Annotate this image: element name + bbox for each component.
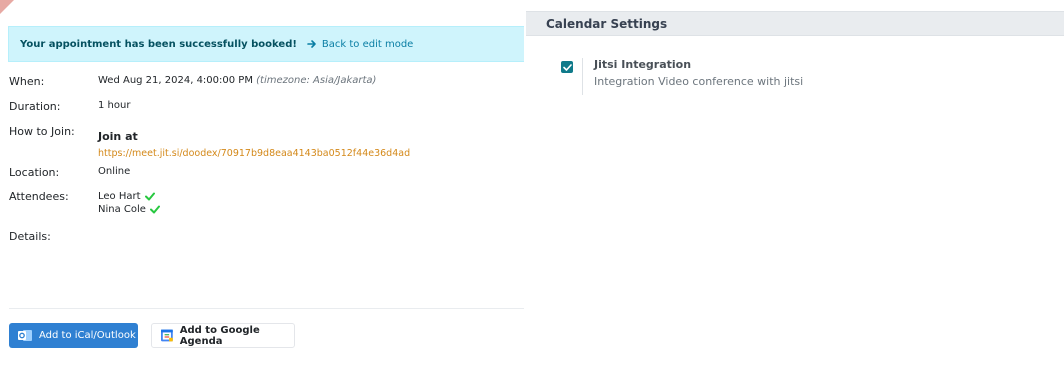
success-alert: Your appointment has been successfully b… bbox=[8, 26, 524, 62]
attendee-name: Nina Cole bbox=[98, 204, 146, 215]
attendee-item: Leo Hart bbox=[98, 190, 160, 203]
google-calendar-icon bbox=[161, 329, 173, 342]
location-row: Location: Online bbox=[9, 166, 130, 179]
when-row: When: Wed Aug 21, 2024, 4:00:00 PM (time… bbox=[9, 75, 376, 88]
calendar-settings-header: Calendar Settings bbox=[526, 11, 1064, 36]
when-label: When: bbox=[9, 75, 45, 88]
jitsi-checkbox[interactable] bbox=[561, 61, 573, 73]
outlook-icon bbox=[18, 330, 32, 341]
setting-divider bbox=[582, 58, 583, 95]
duration-value: 1 hour bbox=[98, 100, 131, 111]
join-content: Join at https://meet.jit.si/doodex/70917… bbox=[98, 125, 410, 159]
attendees-label: Attendees: bbox=[9, 190, 69, 203]
checkmark-icon bbox=[562, 63, 572, 71]
divider bbox=[9, 308, 524, 309]
jitsi-integration-setting: Jitsi Integration Integration Video conf… bbox=[561, 58, 803, 95]
check-icon bbox=[149, 205, 160, 214]
location-value: Online bbox=[98, 166, 131, 177]
join-row: How to Join: Join at https://meet.jit.si… bbox=[9, 125, 410, 159]
check-icon bbox=[144, 192, 155, 201]
attendee-name: Leo Hart bbox=[98, 191, 141, 202]
setting-title: Jitsi Integration bbox=[594, 58, 692, 71]
setting-description: Integration Video conference with jitsi bbox=[594, 75, 804, 88]
setting-text: Jitsi Integration Integration Video conf… bbox=[594, 58, 803, 95]
join-label: How to Join: bbox=[9, 125, 75, 138]
add-to-ical-button[interactable]: Add to iCal/Outlook bbox=[9, 323, 138, 348]
settings-title: Calendar Settings bbox=[546, 16, 668, 31]
back-to-edit-link[interactable]: Back to edit mode bbox=[307, 39, 413, 50]
ical-button-label: Add to iCal/Outlook bbox=[39, 330, 136, 341]
location-label: Location: bbox=[9, 166, 60, 179]
join-url-link[interactable]: https://meet.jit.si/doodex/70917b9d8eaa4… bbox=[98, 148, 410, 159]
back-link-label: Back to edit mode bbox=[321, 38, 414, 50]
when-datetime: Wed Aug 21, 2024, 4:00:00 PM bbox=[98, 75, 253, 86]
alert-message: Your appointment has been successfully b… bbox=[20, 38, 297, 50]
attendees-row: Attendees: Leo Hart Nina Cole bbox=[9, 190, 160, 216]
duration-row: Duration: 1 hour bbox=[9, 100, 130, 113]
add-to-google-agenda-button[interactable]: Add to Google Agenda bbox=[151, 323, 295, 348]
when-timezone: (timezone: Asia/Jakarta) bbox=[256, 75, 377, 86]
attendee-list: Leo Hart Nina Cole bbox=[98, 190, 160, 216]
join-title: Join at bbox=[98, 130, 138, 143]
details-row: Details: bbox=[9, 230, 98, 243]
duration-label: Duration: bbox=[9, 100, 61, 113]
arrow-right-icon bbox=[307, 40, 316, 48]
when-value: Wed Aug 21, 2024, 4:00:00 PM (timezone: … bbox=[98, 75, 376, 88]
appointment-panel: Your appointment has been successfully b… bbox=[0, 0, 524, 376]
google-button-label: Add to Google Agenda bbox=[179, 324, 260, 347]
attendee-item: Nina Cole bbox=[98, 203, 160, 216]
details-label: Details: bbox=[9, 230, 51, 243]
